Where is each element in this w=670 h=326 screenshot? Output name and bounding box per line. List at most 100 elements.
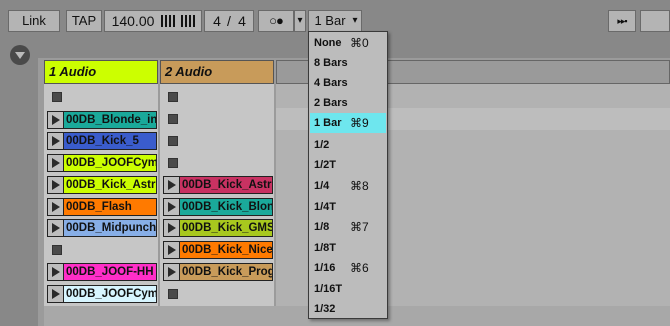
menu-item-8-bars[interactable]: 8 Bars xyxy=(310,53,386,73)
clip-slot[interactable]: 00DB_Kick_Prog xyxy=(163,263,273,281)
menu-item-label: 1/2T xyxy=(314,159,337,171)
menu-item-shortcut: ⌘7 xyxy=(350,220,369,234)
clip-name: 00DB_Kick_Astr xyxy=(180,177,272,193)
clip-launch-icon[interactable] xyxy=(48,199,64,215)
follow-icon: ▸▸▪ xyxy=(617,16,627,26)
menu-item-1-16t[interactable]: 1/16T xyxy=(310,279,386,299)
menu-item-label: 1 Bar xyxy=(314,117,342,129)
clip-launch-icon[interactable] xyxy=(48,133,64,149)
clip-launch-icon[interactable] xyxy=(48,264,64,280)
metronome-options-button[interactable]: ▾ xyxy=(294,10,306,32)
menu-item-1-16[interactable]: 1/16 ⌘6 xyxy=(310,258,386,278)
menu-item-none[interactable]: None ⌘0 xyxy=(310,33,386,53)
clip-slot[interactable]: 00DB_Kick_Astr xyxy=(47,176,157,194)
clip-name: 00DB_JOOF-HH xyxy=(64,264,156,280)
menu-item-1-2t[interactable]: 1/2T xyxy=(310,155,386,175)
time-signature-numerator[interactable]: 4 xyxy=(211,11,223,31)
metronome-button[interactable]: ○● xyxy=(258,10,294,32)
toolbar-right-button[interactable] xyxy=(640,10,670,32)
chevron-down-icon: ▾ xyxy=(352,15,358,26)
track-header-2-audio[interactable]: 2 Audio xyxy=(160,60,274,84)
menu-item-label: 2 Bars xyxy=(314,97,348,109)
clip-stop-button[interactable] xyxy=(168,289,178,299)
clip-launch-icon[interactable] xyxy=(48,177,64,193)
clip-name: 00DB_Kick_Blon xyxy=(180,199,272,215)
link-button[interactable]: Link xyxy=(8,10,60,32)
clip-launch-icon[interactable] xyxy=(164,242,180,258)
clip-slot[interactable]: 00DB_Blonde_in xyxy=(47,111,157,129)
clip-slot[interactable]: 00DB_JOOF-HH xyxy=(47,263,157,281)
menu-item-shortcut: ⌘0 xyxy=(350,36,369,50)
menu-item-1-8t[interactable]: 1/8T xyxy=(310,238,386,258)
menu-item-1-bar[interactable]: 1 Bar ⌘9 xyxy=(310,113,386,133)
clip-stop-button[interactable] xyxy=(168,92,178,102)
track-header-1-audio[interactable]: 1 Audio xyxy=(44,60,158,84)
follow-button[interactable]: ▸▸▪ xyxy=(608,10,636,32)
menu-item-1-4[interactable]: 1/4 ⌘8 xyxy=(310,176,386,196)
clip-slot[interactable]: 00DB_JOOFCym xyxy=(47,154,157,172)
tempo-group: 140.00 xyxy=(104,10,202,32)
clip-slot[interactable]: 00DB_Kick_Astr xyxy=(163,176,273,194)
clip-slot[interactable]: 00DB_Kick_GMS xyxy=(163,219,273,237)
clip-slot[interactable]: 00DB_Kick_Nice xyxy=(163,241,273,259)
clip-name: 00DB_JOOFCym xyxy=(64,286,156,302)
menu-item-label: 1/16 xyxy=(314,262,336,274)
collapse-arrow-icon[interactable] xyxy=(10,45,30,65)
time-signature: 4 / 4 xyxy=(204,10,254,32)
clip-slot[interactable]: 00DB_Kick_Blon xyxy=(163,198,273,216)
menu-item-label: 1/8T xyxy=(314,242,337,254)
clip-launch-icon[interactable] xyxy=(164,264,180,280)
time-signature-slash: / xyxy=(227,13,231,29)
menu-item-1-4t[interactable]: 1/4T xyxy=(310,197,386,217)
clip-launch-icon[interactable] xyxy=(48,155,64,171)
menu-item-shortcut: ⌘8 xyxy=(350,179,369,193)
menu-item-label: None xyxy=(314,37,342,49)
clip-name: 00DB_Blonde_in xyxy=(64,112,156,128)
chevron-down-icon: ▾ xyxy=(297,15,303,26)
menu-item-label: 8 Bars xyxy=(314,57,348,69)
menu-item-shortcut: ⌘6 xyxy=(350,261,369,275)
clip-name: 00DB_Kick_Astr xyxy=(64,177,156,193)
quantization-chooser[interactable]: 1 Bar ▾ xyxy=(308,10,362,32)
clip-slot[interactable]: 00DB_JOOFCym xyxy=(47,285,157,303)
time-signature-denominator[interactable]: 4 xyxy=(235,11,249,31)
tempo-nudge-up-icon[interactable] xyxy=(181,15,195,27)
clip-name: 00DB_Kick_Nice xyxy=(180,242,272,258)
menu-item-4-bars[interactable]: 4 Bars xyxy=(310,73,386,93)
clip-slot[interactable]: 00DB_Flash xyxy=(47,198,157,216)
tap-button[interactable]: TAP xyxy=(66,10,102,32)
menu-item-shortcut: ⌘9 xyxy=(350,116,369,130)
menu-item-label: 1/4T xyxy=(314,201,337,213)
menu-item-label: 1/8 xyxy=(314,221,330,233)
clip-name: 00DB_Kick_5 xyxy=(64,133,156,149)
clip-name: 00DB_Kick_GMS xyxy=(180,220,272,236)
clip-stop-button[interactable] xyxy=(168,114,178,124)
clip-name: 00DB_Flash xyxy=(64,199,156,215)
clip-stop-button[interactable] xyxy=(168,158,178,168)
clip-slot[interactable]: 00DB_Kick_5 xyxy=(47,132,157,150)
quantization-menu: None ⌘0 8 Bars 4 Bars 2 Bars 1 Bar ⌘9 1/2 … xyxy=(308,31,388,319)
menu-item-label: 1/2 xyxy=(314,139,330,151)
menu-item-1-32[interactable]: 1/32 xyxy=(310,299,386,319)
menu-item-label: 1/4 xyxy=(314,180,330,192)
quantization-value: 1 Bar xyxy=(314,13,346,28)
clip-launch-icon[interactable] xyxy=(48,220,64,236)
menu-item-1-2[interactable]: 1/2 xyxy=(310,135,386,155)
menu-item-1-8[interactable]: 1/8 ⌘7 xyxy=(310,217,386,237)
clip-launch-icon[interactable] xyxy=(48,112,64,128)
clip-launch-icon[interactable] xyxy=(164,199,180,215)
clip-stop-button[interactable] xyxy=(52,245,62,255)
clip-stop-button[interactable] xyxy=(168,136,178,146)
metronome-icon: ○● xyxy=(269,13,284,28)
menu-item-label: 4 Bars xyxy=(314,77,348,89)
clip-slot[interactable]: 00DB_Midpunch xyxy=(47,219,157,237)
clip-launch-icon[interactable] xyxy=(164,177,180,193)
menu-item-label: 1/16T xyxy=(314,283,343,295)
tempo-nudge-down-icon[interactable] xyxy=(161,15,175,27)
clip-launch-icon[interactable] xyxy=(48,286,64,302)
clip-name: 00DB_Midpunch xyxy=(64,220,156,236)
clip-launch-icon[interactable] xyxy=(164,220,180,236)
clip-stop-button[interactable] xyxy=(52,92,62,102)
menu-item-2-bars[interactable]: 2 Bars xyxy=(310,93,386,113)
tempo-field[interactable]: 140.00 xyxy=(107,11,159,31)
